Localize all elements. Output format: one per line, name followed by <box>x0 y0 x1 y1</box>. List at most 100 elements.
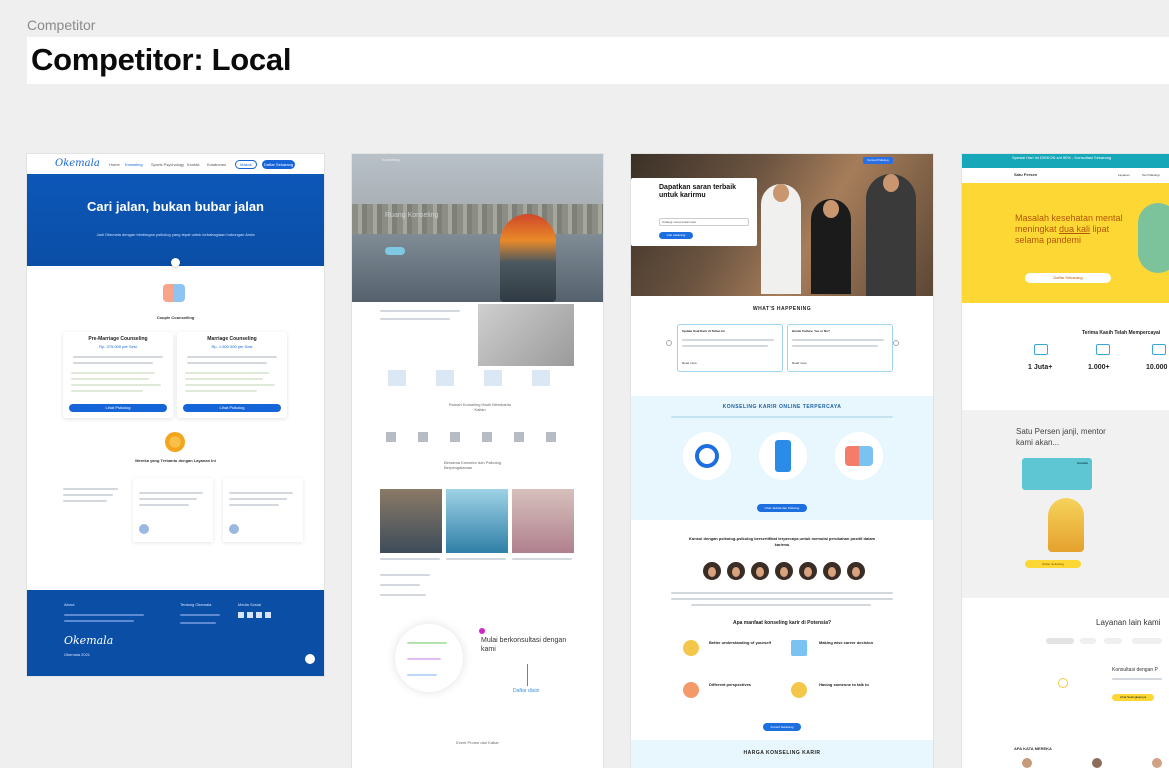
benefit-icon <box>683 640 699 656</box>
whatsapp-icon[interactable] <box>303 652 317 666</box>
competitor-frame-satu-persen[interactable]: Spesial Hari Ini DISKON s/d 50% - Konsul… <box>962 154 1169 768</box>
hero-section: Dapatkan saran terbaik untuk karirmu Str… <box>631 154 933 296</box>
pink-dot <box>479 628 485 634</box>
promo-text: Mulai berkonsultasi dengan kami <box>481 637 567 653</box>
benefit-icon <box>791 682 807 698</box>
benefit-label: Making wise career decision <box>819 640 874 645</box>
scroll-down-icon[interactable] <box>171 258 180 267</box>
hero-title: Masalah kesehatan mental meningkat dua k… <box>1015 213 1123 245</box>
view-psychologist-button[interactable]: Lihat Psikolog <box>183 404 281 412</box>
nav-tes[interactable]: Tes Psikologi <box>1142 173 1160 177</box>
nav-sports[interactable]: Sports Psychology <box>151 162 184 167</box>
card-title: Pre-Marriage Counseling <box>88 336 148 342</box>
register-button[interactable]: Daftar Sekarang <box>262 160 295 169</box>
news-card[interactable]: Hustle Culture, Yes or No? Read more <box>787 324 893 372</box>
footer-col-about[interactable]: Tentang Okemala <box>180 602 211 607</box>
avatar <box>1092 758 1102 768</box>
hero-tag[interactable] <box>385 247 405 255</box>
testimonial-title: APA KATA MEREKA <box>1014 746 1052 751</box>
hero-image: Konseling Ruang Konseling <box>352 154 603 302</box>
rings-photo <box>478 304 574 366</box>
service-icons <box>386 432 576 442</box>
nav-layanan[interactable]: Layanan <box>1118 173 1130 177</box>
couple-label: Couple Counselling <box>156 315 195 320</box>
benefit-label: Different perspectives <box>709 682 752 687</box>
service-tab[interactable] <box>1104 638 1122 644</box>
register-button-2[interactable]: Daftar Sekarang <box>1025 560 1081 568</box>
section-heading-2: Bersama Konselor dan Psikolog Berpengala… <box>444 460 501 470</box>
psychologist-title: Konsul dengan psikolog-psikolog berserti… <box>688 536 876 547</box>
search-button[interactable]: Cari sekarang <box>659 232 693 239</box>
trust-title: Terima Kasih Telah Mempercayai <box>1082 330 1161 336</box>
benefit-icon <box>683 682 699 698</box>
prev-arrow-icon[interactable] <box>666 340 672 346</box>
nav-home[interactable]: Home <box>109 162 120 167</box>
users-icon <box>1034 344 1048 355</box>
see-more-button[interactable]: Lihat Selengkapnya <box>1112 694 1154 701</box>
schedule-button[interactable]: Lihat Jadwal dan Psikolog <box>757 504 807 512</box>
okemala-logo[interactable]: Okemala <box>55 158 100 169</box>
benefit-title: Apa manfaat konseling karir di Potensia? <box>732 620 832 626</box>
footer-logo: Okemala <box>64 634 114 647</box>
brand-logo[interactable]: Konseling <box>382 157 400 162</box>
testimonial-card <box>133 478 213 542</box>
stat-value: 10.000 <box>1146 364 1168 371</box>
mentor-illustration <box>1048 498 1084 552</box>
benefit-label: Having someone to talk to <box>819 682 869 687</box>
nav-bar: Satu Persen Layanan Tes Psikologi <box>962 168 1169 183</box>
competitor-frame-potensia[interactable]: Dapatkan saran terbaik untuk karirmu Str… <box>631 154 933 768</box>
social-icons[interactable] <box>238 612 272 618</box>
nav-kontak[interactable]: Kontak <box>187 162 199 167</box>
avatar <box>1152 758 1162 768</box>
chat-icon <box>835 432 883 480</box>
section-title: KONSELING KARIR ONLINE TERPERCAYA <box>722 404 842 410</box>
phone-icon <box>759 432 807 480</box>
badge-icon <box>165 432 185 452</box>
psychologist-photo[interactable] <box>512 489 574 553</box>
next-arrow-icon[interactable] <box>893 340 899 346</box>
nav-konseling[interactable]: Konseling <box>125 162 143 167</box>
arrow-down-icon <box>527 664 528 686</box>
heart-icon <box>1152 344 1166 355</box>
nav-kolaborasi[interactable]: Kolaborasi <box>207 162 226 167</box>
service-tab[interactable] <box>1080 638 1096 644</box>
price-title: HARGA KONSELING KARIR <box>743 750 821 756</box>
testimonial-card <box>223 478 303 542</box>
section-heading: Rumah Konseling Hadir Membantu Kalian <box>448 402 512 412</box>
hero-search-card: Dapatkan saran terbaik untuk karirmu Str… <box>631 178 757 246</box>
promo-circle <box>395 624 463 692</box>
consult-now-button[interactable]: Konsul Sekarang <box>763 723 801 731</box>
news-card[interactable]: Update Soal Karir di Tahun Ini Read more <box>677 324 783 372</box>
pricing-card: Marriage Counseling Rp. 1.500.000 per Se… <box>177 332 287 418</box>
login-button[interactable]: Masuk <box>235 160 257 169</box>
promise-title: Satu Persen janji, mentor kami akan... <box>1016 427 1106 447</box>
hero-text: Ruang Konseling <box>385 212 439 219</box>
section-label: Competitor <box>27 17 96 33</box>
brand-logo[interactable]: Satu Persen <box>1014 172 1037 177</box>
service-tab[interactable] <box>1132 638 1162 644</box>
pricing-card: Pre-Marriage Counseling Rp. 375.000 per … <box>63 332 173 418</box>
career-select[interactable]: Strategi menentukan karir <box>659 218 749 226</box>
psychologist-photo[interactable] <box>446 489 508 553</box>
card-title: Marriage Counseling <box>207 336 257 342</box>
competitor-frame-rumah-konseling[interactable]: Konseling Ruang Konseling Rumah Konselin… <box>352 154 603 768</box>
services-title: Layanan lain kami <box>1096 618 1161 627</box>
hero-illustration <box>1138 203 1169 273</box>
psychologist-photo[interactable] <box>380 489 442 553</box>
service-tab[interactable] <box>1046 638 1074 644</box>
stat-value: 1 Juta+ <box>1028 364 1053 371</box>
benefit-icon <box>791 640 807 656</box>
consult-nav-button[interactable]: Konsul Psikolog <box>863 157 893 164</box>
nav-bar: Okemala Home Konseling Sports Psychology… <box>27 154 324 174</box>
footer: About Tentang Okemala Media Sosial Okema… <box>27 590 324 676</box>
register-link[interactable]: Daftar disini <box>513 688 539 694</box>
monitor-icon <box>1096 344 1110 355</box>
footer-about: About <box>64 602 75 607</box>
view-psychologist-button[interactable]: Lihat Psikolog <box>69 404 167 412</box>
promo-bar[interactable]: Spesial Hari Ini DISKON s/d 50% - Konsul… <box>962 154 1169 168</box>
hero-section: Masalah kesehatan mental meningkat dua k… <box>962 183 1169 303</box>
stopwatch-icon <box>683 432 731 480</box>
competitor-frame-okemala[interactable]: Okemala Home Konseling Sports Psychology… <box>27 154 324 676</box>
stat-icons <box>388 370 578 386</box>
register-button[interactable]: Daftar Sekarang <box>1025 273 1111 283</box>
